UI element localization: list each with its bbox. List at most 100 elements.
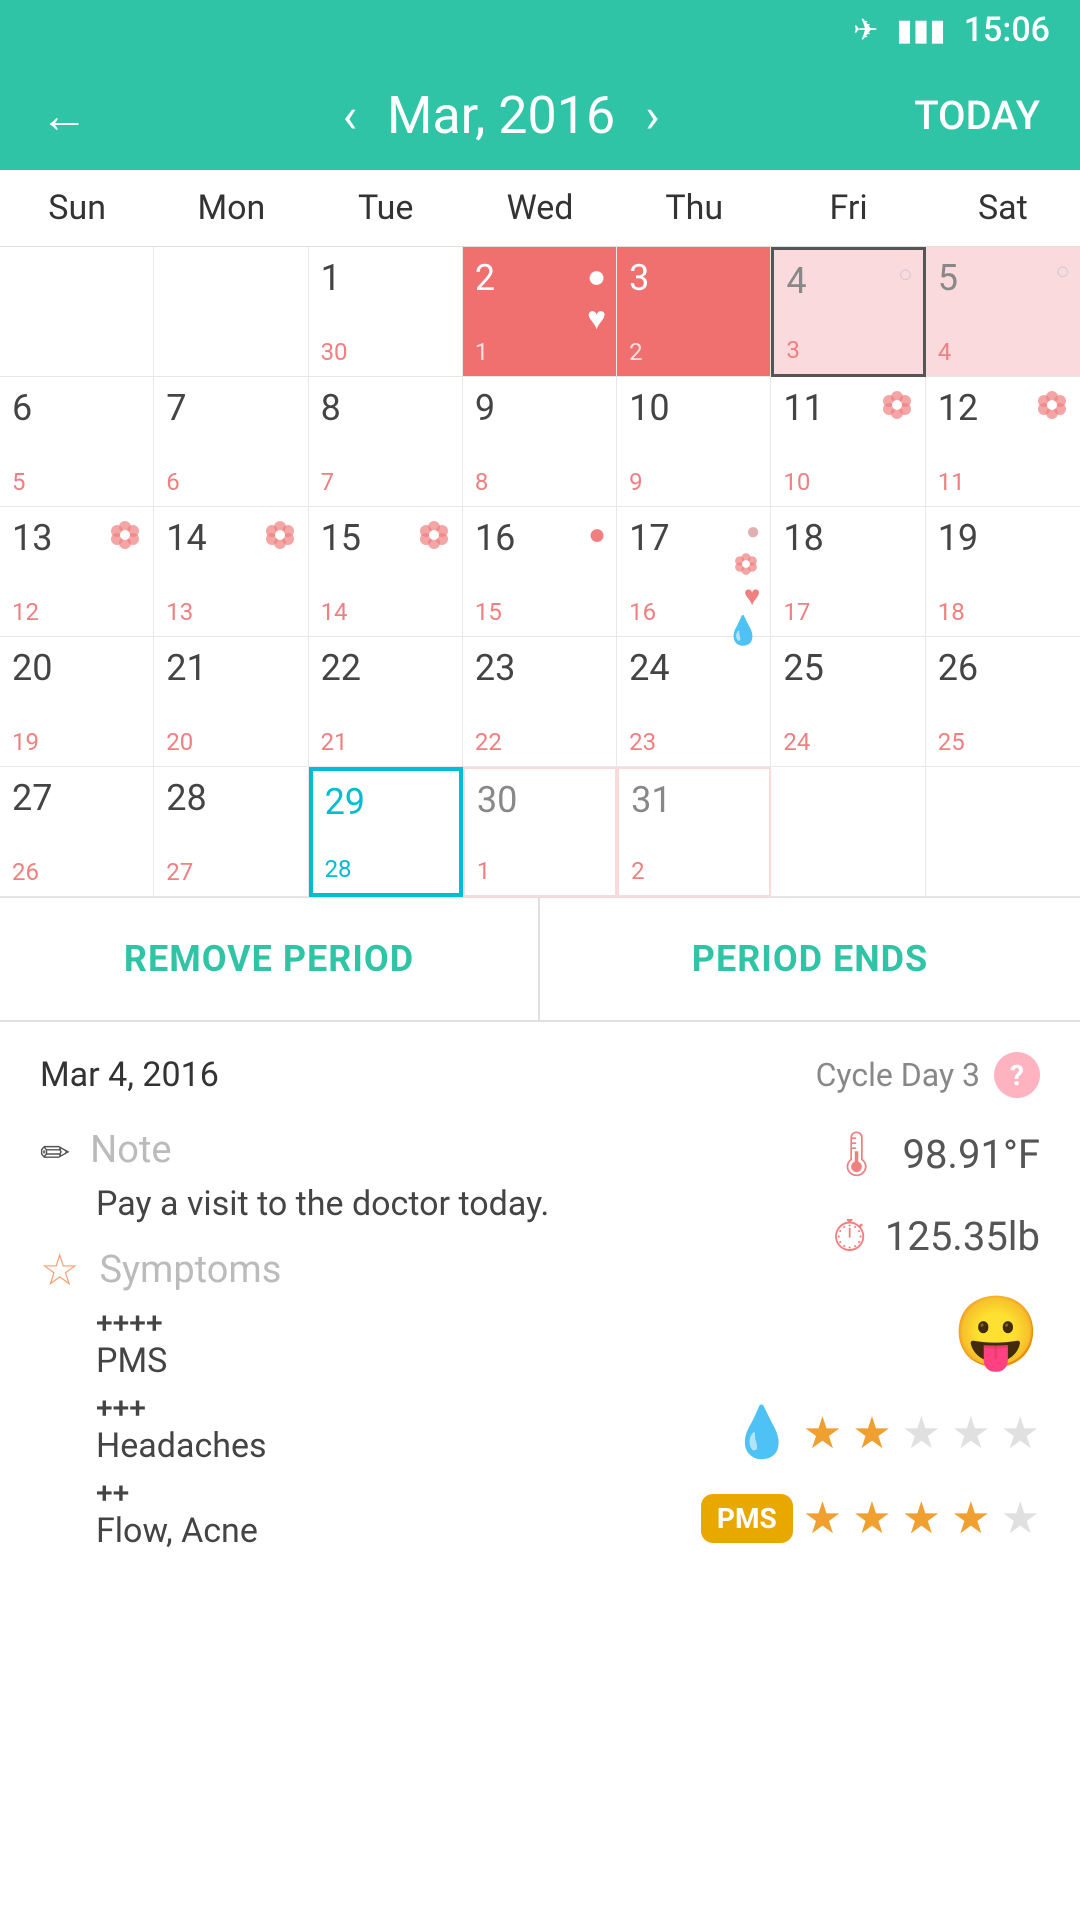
calendar-day-17[interactable]: 17 ● ♥ 💧 16	[617, 507, 771, 637]
calendar-day-19[interactable]: 19 18	[926, 507, 1080, 637]
calendar-day-2[interactable]: 2 ● ♥ 1	[463, 247, 617, 377]
cycle-number: 17	[783, 598, 810, 626]
calendar-day-11[interactable]: 11 10	[771, 377, 925, 507]
next-month-button[interactable]: ›	[645, 87, 659, 144]
date-number: 27	[12, 777, 52, 819]
weight-row: ⏱ 125.35lb	[833, 1210, 1040, 1262]
dot-icon: ●	[587, 257, 606, 295]
date-number: 6	[12, 387, 32, 429]
flower-icon	[416, 517, 452, 553]
flower-icon	[1034, 387, 1070, 423]
symptoms-star-icon: ☆	[40, 1244, 79, 1296]
date-number: 11	[783, 387, 823, 429]
calendar-day-26[interactable]: 26 25	[926, 637, 1080, 767]
calendar-day-14[interactable]: 14 13	[154, 507, 308, 637]
calendar-day-29[interactable]: 29 28	[309, 767, 463, 897]
star-3: ★	[902, 1407, 941, 1459]
cycle-number: 20	[166, 728, 193, 756]
date-number: 14	[166, 517, 206, 559]
cycle-number: 5	[12, 468, 26, 496]
cycle-number: 2	[631, 857, 645, 885]
temperature-value: 98.91°F	[902, 1131, 1040, 1178]
calendar-day-27[interactable]: 27 26	[0, 767, 154, 897]
calendar-day-1[interactable]: 1 30	[309, 247, 463, 377]
cycle-number: 10	[783, 468, 810, 496]
cycle-day-help-icon[interactable]: ?	[994, 1052, 1040, 1098]
date-number: 4	[786, 260, 806, 302]
cycle-number: 15	[475, 598, 502, 626]
calendar-day-15[interactable]: 15 14	[309, 507, 463, 637]
period-ends-button[interactable]: PERIOD ENDS	[540, 898, 1080, 1020]
date-number: 22	[321, 647, 361, 689]
cycle-number: 26	[12, 858, 39, 886]
day-icons	[262, 517, 298, 553]
date-number: 7	[166, 387, 186, 429]
dot-pink-icon: ●	[588, 517, 606, 552]
date-number: 2	[475, 257, 495, 299]
detail-cycle: Cycle Day 3 ?	[816, 1052, 1040, 1098]
symptom-flow-acne: ++ Flow, Acne	[96, 1476, 701, 1551]
calendar-day-4[interactable]: 4 ○ 3	[771, 247, 925, 377]
calendar-day-empty	[926, 767, 1080, 897]
temperature-row: 🌡 98.91°F	[829, 1128, 1040, 1180]
cycle-number: 25	[938, 728, 965, 756]
calendar-day-30[interactable]: 30 1	[463, 767, 617, 897]
calendar-day-empty	[771, 767, 925, 897]
remove-period-button[interactable]: REMOVE PERIOD	[0, 898, 540, 1020]
calendar-day-7[interactable]: 7 6	[154, 377, 308, 507]
day-icons	[416, 517, 452, 553]
calendar-day-headers: Sun Mon Tue Wed Thu Fri Sat	[0, 170, 1080, 247]
pms-badge: PMS	[701, 1494, 793, 1543]
note-edit-icon[interactable]: ✏	[40, 1132, 70, 1174]
day-icons	[1034, 387, 1070, 423]
day-icons	[107, 517, 143, 553]
calendar-day-5[interactable]: 5 ○ 4	[926, 247, 1080, 377]
calendar-day-23[interactable]: 23 22	[463, 637, 617, 767]
calendar-day-13[interactable]: 13 12	[0, 507, 154, 637]
calendar-day-16[interactable]: 16 ● 15	[463, 507, 617, 637]
detail-main: ✏ Note Pay a visit to the doctor today. …	[40, 1128, 1040, 1551]
calendar-day-25[interactable]: 25 24	[771, 637, 925, 767]
pms-badge-row: PMS ★ ★ ★ ★ ★	[701, 1492, 1040, 1544]
calendar-day-3[interactable]: 3 2	[617, 247, 771, 377]
pms-star-5: ★	[1001, 1492, 1040, 1544]
calendar-day-28[interactable]: 28 27	[154, 767, 308, 897]
mood-row: 😛	[953, 1292, 1040, 1374]
calendar-day-24[interactable]: 24 23	[617, 637, 771, 767]
date-number: 19	[938, 517, 978, 559]
calendar-day-20[interactable]: 20 19	[0, 637, 154, 767]
dot-outline-icon: ○	[1056, 257, 1071, 286]
day-icons: ● ♥	[587, 257, 606, 337]
calendar-day-9[interactable]: 9 8	[463, 377, 617, 507]
prev-month-button[interactable]: ‹	[343, 87, 357, 144]
drop-period-icon: 💧	[730, 1404, 792, 1462]
back-button[interactable]: ←	[40, 87, 88, 144]
month-title: Mar, 2016	[387, 85, 615, 146]
symptoms-label: Symptoms	[99, 1248, 281, 1292]
pms-star-4: ★	[951, 1492, 990, 1544]
calendar-day-6[interactable]: 6 5	[0, 377, 154, 507]
cycle-number: 28	[325, 855, 352, 883]
calendar-day-8[interactable]: 8 7	[309, 377, 463, 507]
calendar-day-21[interactable]: 21 20	[154, 637, 308, 767]
cycle-number: 12	[12, 598, 39, 626]
date-number: 12	[938, 387, 978, 429]
calendar-day-12[interactable]: 12 11	[926, 377, 1080, 507]
date-number: 30	[477, 779, 517, 821]
detail-date: Mar 4, 2016	[40, 1055, 219, 1095]
cycle-number: 16	[629, 598, 656, 626]
heart-icon: ♥	[587, 299, 606, 337]
calendar-day-22[interactable]: 22 21	[309, 637, 463, 767]
star-5: ★	[1001, 1407, 1040, 1459]
day-icons: ○	[898, 260, 913, 289]
calendar-day-10[interactable]: 10 9	[617, 377, 771, 507]
detail-header: Mar 4, 2016 Cycle Day 3 ?	[40, 1052, 1040, 1098]
calendar-day-18[interactable]: 18 17	[771, 507, 925, 637]
date-number: 10	[629, 387, 669, 429]
day-header-sat: Sat	[926, 170, 1080, 246]
today-button[interactable]: TODAY	[914, 92, 1040, 139]
calendar-day-31[interactable]: 31 2	[617, 767, 771, 897]
day-header-fri: Fri	[771, 170, 925, 246]
date-number: 18	[783, 517, 823, 559]
weight-value: 125.35lb	[885, 1213, 1040, 1260]
